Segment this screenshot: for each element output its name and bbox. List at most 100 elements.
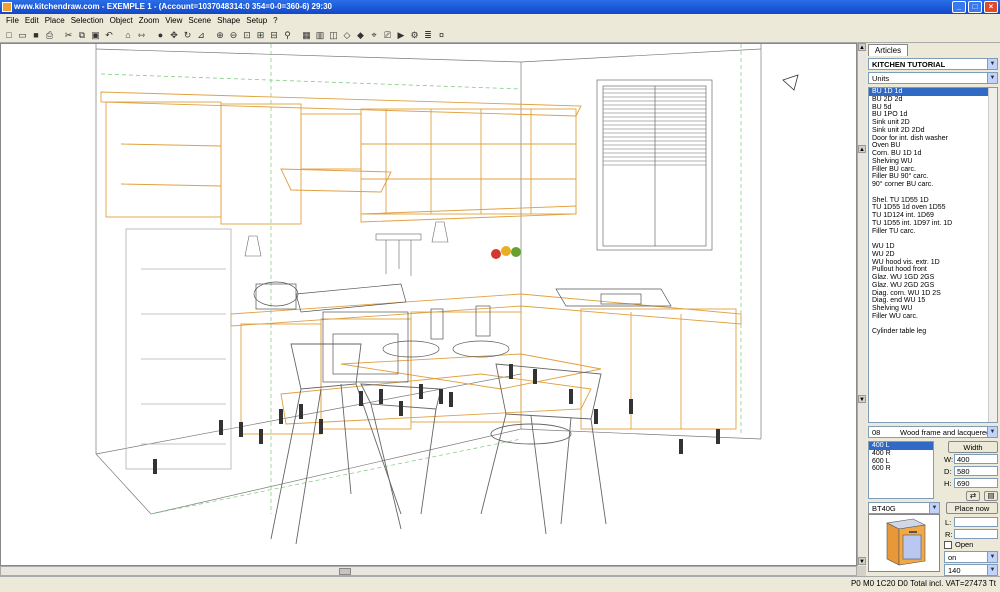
view-wire-icon[interactable]: ◇ (341, 29, 353, 41)
right-field[interactable] (954, 529, 998, 539)
price-icon[interactable]: ¤ (436, 29, 448, 41)
flip-icon[interactable]: ⇄ (966, 491, 980, 501)
report-icon[interactable]: ≣ (422, 29, 434, 41)
article-list[interactable]: BU 1D 1d BU 2D 2d BU 5d BU 1PO 1d Sink unit … (868, 87, 998, 423)
list-item[interactable]: Filler WU carc. (869, 313, 997, 321)
menu-selection[interactable]: Selection (68, 16, 107, 25)
paste-icon[interactable]: ▣ (90, 29, 102, 41)
list-item[interactable]: Glaz. WU 1GD 2GS (869, 274, 997, 282)
copy-icon[interactable]: ▤ (984, 491, 998, 501)
chevron-down-icon[interactable]: ▼ (987, 552, 997, 562)
depth-field[interactable]: 580 (954, 466, 998, 476)
scroll-thumb[interactable]: ▼ (858, 395, 866, 403)
menu-shape[interactable]: Shape (214, 16, 243, 25)
close-button[interactable]: × (984, 1, 998, 13)
catalog-select[interactable]: KITCHEN TUTORIAL ▼ (868, 58, 998, 70)
copy-icon[interactable]: ⧉ (76, 29, 88, 41)
finish-select[interactable]: 08 Wood frame and lacquered par ▼ (868, 426, 998, 438)
minimize-button[interactable]: _ (952, 1, 966, 13)
menu-[interactable]: ? (270, 16, 280, 25)
width-field[interactable]: 400 (954, 454, 998, 464)
view-render-icon[interactable]: ◆ (355, 29, 367, 41)
camera-icon[interactable]: ⌖ (368, 29, 380, 41)
walls-icon[interactable]: ⌂ (122, 29, 134, 41)
scene-icon[interactable]: ⚲ (282, 29, 294, 41)
list-item[interactable] (869, 189, 997, 197)
chevron-down-icon[interactable]: ▼ (987, 73, 997, 83)
list-item[interactable]: Diag. corn. WU 1D 2S (869, 290, 997, 298)
scroll-up-arrow[interactable]: ▲ (858, 43, 866, 51)
horizontal-scrollbar[interactable] (0, 566, 857, 576)
tab-articles[interactable]: Articles (868, 44, 908, 56)
elevation-icon[interactable]: ⊿ (195, 29, 207, 41)
list-item[interactable]: TU 1D55 1d oven 1D55 (869, 204, 997, 212)
place-now-button[interactable]: Place now (946, 502, 998, 514)
vertical-scrollbar[interactable]: ▲ ▲ ▼ ▼ (857, 43, 866, 566)
menu-edit[interactable]: Edit (22, 16, 42, 25)
list-item[interactable]: Cylinder table leg (869, 328, 997, 336)
list-item[interactable]: BU 5d (869, 104, 997, 112)
list-item[interactable] (869, 235, 997, 243)
scrollbar-thumb[interactable] (339, 568, 351, 575)
zoom-all-icon[interactable]: ⊞ (255, 29, 267, 41)
print-icon[interactable]: ⎙ (44, 29, 56, 41)
menu-file[interactable]: File (3, 16, 22, 25)
open-icon[interactable]: ▭ (17, 29, 29, 41)
scroll-thumb[interactable]: ▲ (858, 145, 866, 153)
cut-icon[interactable]: ✂ (63, 29, 75, 41)
list-item[interactable]: WU 2D (869, 251, 997, 259)
photo-icon[interactable]: ⎚ (382, 29, 394, 41)
category-select[interactable]: Units ▼ (868, 72, 998, 84)
settings-icon[interactable]: ⚙ (409, 29, 421, 41)
open-checkbox[interactable] (944, 541, 952, 549)
list-item[interactable] (869, 321, 997, 329)
menu-scene[interactable]: Scene (185, 16, 214, 25)
video-icon[interactable]: ▶ (395, 29, 407, 41)
on-select[interactable]: on ▼ (944, 551, 998, 563)
new-icon[interactable]: □ (3, 29, 15, 41)
list-item[interactable]: WU 1D (869, 243, 997, 251)
list-item[interactable]: Filler TU carc. (869, 228, 997, 236)
size-list[interactable]: 400 L 400 R 600 L 600 R (868, 441, 934, 499)
chevron-down-icon[interactable]: ▼ (987, 565, 997, 575)
view-plan-icon[interactable]: ▦ (301, 29, 313, 41)
list-item[interactable]: 90° corner BU carc. (869, 181, 997, 189)
view-front-icon[interactable]: ▥ (314, 29, 326, 41)
list-item[interactable]: TU 1D124 int. 1D69 (869, 212, 997, 220)
zoom-out-icon[interactable]: ⊖ (228, 29, 240, 41)
zoom-in-icon[interactable]: ⊕ (214, 29, 226, 41)
menu-object[interactable]: Object (107, 16, 136, 25)
list-item[interactable]: Oven BU (869, 142, 997, 150)
list-item[interactable]: Door for int. dish washer (869, 135, 997, 143)
list-item[interactable]: 600 R (869, 465, 933, 473)
chevron-down-icon[interactable]: ▼ (987, 59, 997, 69)
chevron-down-icon[interactable]: ▼ (987, 427, 997, 437)
left-field[interactable] (954, 517, 998, 527)
dimension-icon[interactable]: ⇿ (136, 29, 148, 41)
list-item[interactable]: BU 1D 1d (869, 88, 997, 96)
list-item[interactable]: 400 R (869, 450, 933, 458)
list-item[interactable]: Diag. end WU 15 (869, 297, 997, 305)
menu-setup[interactable]: Setup (243, 16, 270, 25)
ref-select[interactable]: BT40G ▼ (868, 502, 940, 514)
list-item[interactable]: Shelving WU (869, 158, 997, 166)
list-scrollbar[interactable] (988, 88, 997, 422)
list-item[interactable]: BU 1PO 1d (869, 111, 997, 119)
maximize-button[interactable]: □ (968, 1, 982, 13)
list-item[interactable]: Shelving WU (869, 305, 997, 313)
number-select[interactable]: 140 ▼ (944, 564, 998, 576)
list-item[interactable]: 600 L (869, 458, 933, 466)
list-item[interactable]: Sink unit 2D (869, 119, 997, 127)
scroll-down-arrow[interactable]: ▼ (858, 557, 866, 565)
list-item[interactable]: Corn. BU 1D 1d (869, 150, 997, 158)
save-icon[interactable]: ■ (30, 29, 42, 41)
zoom-prev-icon[interactable]: ⊟ (268, 29, 280, 41)
undo-icon[interactable]: ↶ (103, 29, 115, 41)
list-item[interactable]: Shel. TU 1D55 1D (869, 197, 997, 205)
list-item[interactable]: Glaz. WU 2GD 2GS (869, 282, 997, 290)
height-field[interactable]: 690 (954, 478, 998, 488)
width-button[interactable]: Width (948, 441, 998, 453)
list-item[interactable]: Pullout hood front (869, 266, 997, 274)
list-item[interactable]: WU hood vis. extr. 1D (869, 259, 997, 267)
menu-view[interactable]: View (162, 16, 185, 25)
